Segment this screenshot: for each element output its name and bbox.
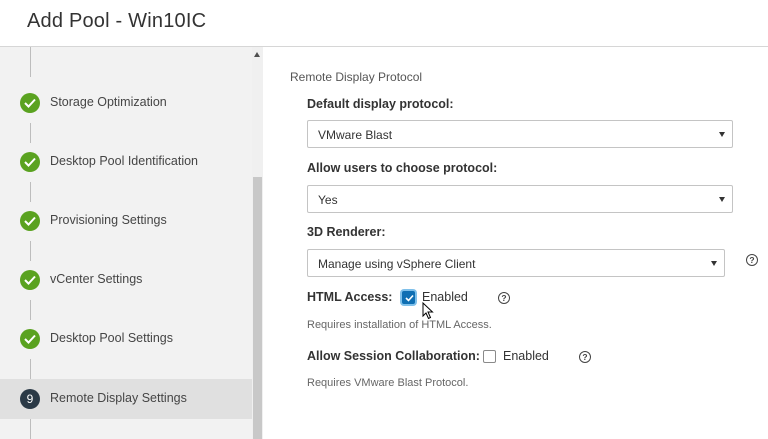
session-collaboration-help-icon[interactable]: ? (579, 351, 591, 363)
section-title: Remote Display Protocol (290, 70, 423, 84)
3d-renderer-label: 3D Renderer: (307, 225, 386, 239)
wizard-sidebar: Storage Optimization Desktop Pool Identi… (0, 47, 263, 439)
renderer-help-icon[interactable]: ? (746, 254, 758, 266)
select-value: VMware Blast (318, 128, 393, 142)
settings-content: Remote Display Protocol Default display … (263, 47, 768, 439)
chevron-down-icon (719, 197, 725, 202)
sidebar-step-desktop-pool-identification[interactable]: Desktop Pool Identification (0, 142, 252, 182)
window-title: Add Pool - Win10IC (27, 10, 207, 32)
step-number-badge: 9 (20, 389, 40, 409)
step-connector (30, 123, 31, 143)
sidebar-step-remote-display-settings[interactable]: 9 Remote Display Settings (0, 379, 252, 419)
checkmark-icon (20, 329, 40, 349)
chevron-down-icon (711, 261, 717, 266)
step-label: Desktop Pool Settings (50, 331, 173, 345)
add-pool-window: Add Pool - Win10IC Storage Optimization … (0, 0, 768, 439)
step-connector (30, 182, 31, 202)
3d-renderer-select[interactable]: Manage using vSphere Client (307, 249, 725, 277)
default-protocol-select[interactable]: VMware Blast (307, 120, 733, 148)
allow-choose-protocol-select[interactable]: Yes (307, 185, 733, 213)
mouse-cursor-icon (422, 302, 434, 320)
step-connector (30, 47, 31, 77)
step-label: vCenter Settings (50, 272, 143, 286)
sidebar-step-storage-optimization[interactable]: Storage Optimization (0, 83, 252, 123)
checkmark-icon (20, 152, 40, 172)
select-value: Manage using vSphere Client (318, 257, 476, 271)
step-label: Provisioning Settings (50, 213, 167, 227)
checkmark-icon (20, 93, 40, 113)
chevron-down-icon (719, 132, 725, 137)
step-connector (30, 241, 31, 261)
title-bar: Add Pool - Win10IC (0, 0, 768, 47)
session-collaboration-label: Allow Session Collaboration: (307, 349, 480, 363)
default-protocol-label: Default display protocol: (307, 97, 454, 111)
step-connector (30, 359, 31, 379)
session-collaboration-hint: Requires VMware Blast Protocol. (307, 377, 469, 389)
scroll-thumb[interactable] (253, 177, 262, 439)
step-label: Remote Display Settings (50, 391, 187, 405)
html-access-help-icon[interactable]: ? (498, 292, 510, 304)
session-collaboration-enabled-label: Enabled (503, 349, 549, 363)
sidebar-step-vcenter-settings[interactable]: vCenter Settings (0, 260, 252, 300)
step-label: Desktop Pool Identification (50, 154, 199, 168)
step-label: Storage Optimization (50, 95, 167, 109)
allow-choose-protocol-label: Allow users to choose protocol: (307, 161, 498, 175)
checkmark-icon (20, 211, 40, 231)
html-access-hint: Requires installation of HTML Access. (307, 319, 492, 331)
sidebar-step-desktop-pool-settings[interactable]: Desktop Pool Settings (0, 319, 252, 359)
checkmark-icon (20, 270, 40, 290)
sidebar-scrollbar[interactable] (252, 47, 263, 439)
sidebar-step-provisioning-settings[interactable]: Provisioning Settings (0, 201, 252, 241)
step-connector (30, 419, 31, 439)
session-collaboration-checkbox[interactable] (483, 350, 496, 363)
html-access-checkbox[interactable] (402, 291, 415, 304)
html-access-label: HTML Access: (307, 290, 393, 304)
select-value: Yes (318, 193, 338, 207)
scroll-up-arrow-icon[interactable] (254, 52, 260, 57)
step-connector (30, 300, 31, 320)
